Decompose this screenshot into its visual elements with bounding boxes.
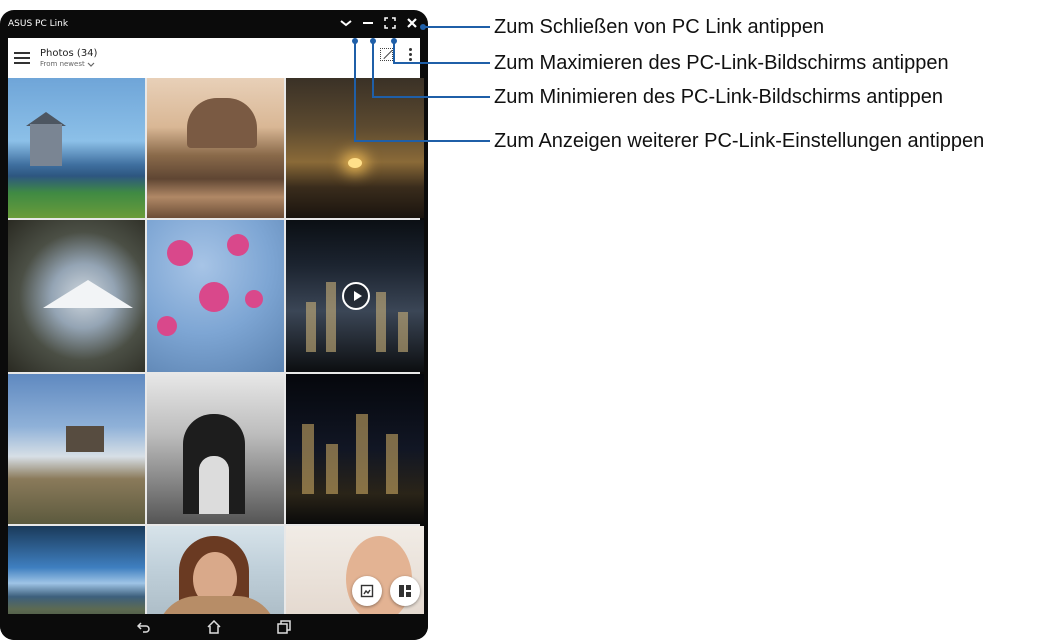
maximize-callout-text: Zum Maximieren des PC-Link-Bildschirms a… xyxy=(494,52,949,74)
minimize-callout-line xyxy=(372,41,490,98)
minimize-callout-dot xyxy=(370,38,376,44)
settings-callout-text: Zum Anzeigen weiterer PC-Link-Einstellun… xyxy=(494,130,985,152)
maximize-callout-line xyxy=(393,41,490,64)
settings-callout-line xyxy=(354,41,490,142)
minimize-callout-text: Zum Minimieren des PC-Link-Bildschirms a… xyxy=(494,86,944,108)
close-callout-dot xyxy=(420,24,426,30)
close-callout-text: Zum Schließen von PC Link antippen xyxy=(494,16,825,38)
maximize-callout-dot xyxy=(391,38,397,44)
settings-callout-dot xyxy=(352,38,358,44)
